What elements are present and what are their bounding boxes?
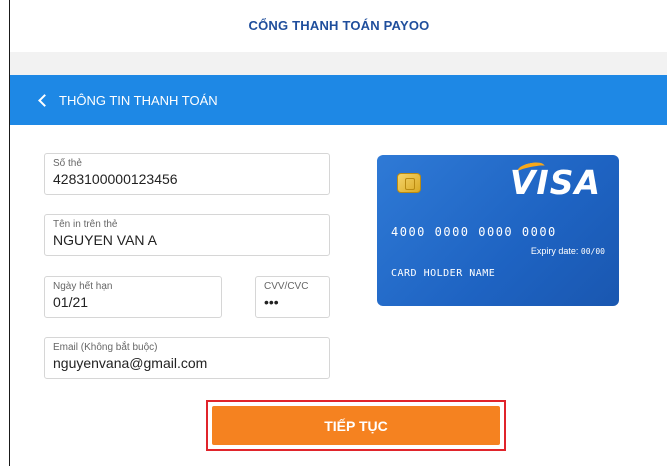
email-input[interactable]: nguyenvana@gmail.com bbox=[53, 354, 329, 372]
expiry-label: Ngày hết hạn bbox=[53, 281, 113, 292]
cvv-field[interactable]: CVV/CVC ••• bbox=[255, 276, 330, 318]
card-number-field[interactable]: Số thẻ 4283100000123456 bbox=[44, 153, 330, 195]
card-name-label: Tên in trên thẻ bbox=[53, 219, 118, 230]
card-preview-expiry: Expiry date: 00/00 bbox=[531, 246, 605, 256]
card-preview-number: 4000 0000 0000 0000 bbox=[391, 225, 557, 239]
expiry-field[interactable]: Ngày hết hạn 01/21 bbox=[44, 276, 222, 318]
back-label[interactable]: THÔNG TIN THANH TOÁN bbox=[59, 93, 218, 108]
card-name-field[interactable]: Tên in trên thẻ NGUYEN VAN A bbox=[44, 214, 330, 256]
card-number-input[interactable]: 4283100000123456 bbox=[53, 170, 329, 188]
payment-info-bar[interactable]: THÔNG TIN THANH TOÁN bbox=[10, 75, 667, 125]
page-title: CỔNG THANH TOÁN PAYOO bbox=[10, 0, 667, 52]
chip-icon bbox=[397, 173, 421, 193]
continue-button[interactable]: TIẾP TỤC bbox=[212, 406, 500, 445]
email-label: Email (Không bắt buộc) bbox=[53, 342, 158, 353]
card-preview-expiry-label: Expiry date: bbox=[530, 246, 579, 256]
card-preview-expiry-value: 00/00 bbox=[580, 247, 605, 256]
header-spacer bbox=[10, 52, 667, 75]
card-preview: VISA 4000 0000 0000 0000 Expiry date: 00… bbox=[377, 155, 619, 306]
continue-button-highlight: TIẾP TỤC bbox=[206, 400, 506, 451]
cvv-label: CVV/CVC bbox=[264, 281, 309, 292]
expiry-input[interactable]: 01/21 bbox=[53, 293, 221, 311]
card-name-input[interactable]: NGUYEN VAN A bbox=[53, 231, 329, 249]
cvv-input[interactable]: ••• bbox=[264, 293, 329, 311]
card-number-label: Số thẻ bbox=[53, 158, 82, 169]
card-preview-holder: CARD HOLDER NAME bbox=[391, 268, 496, 279]
payment-frame: CỔNG THANH TOÁN PAYOO THÔNG TIN THANH TO… bbox=[9, 0, 667, 466]
email-field[interactable]: Email (Không bắt buộc) nguyenvana@gmail.… bbox=[44, 337, 330, 379]
chevron-left-icon[interactable] bbox=[38, 94, 51, 107]
visa-logo: VISA bbox=[509, 163, 601, 202]
